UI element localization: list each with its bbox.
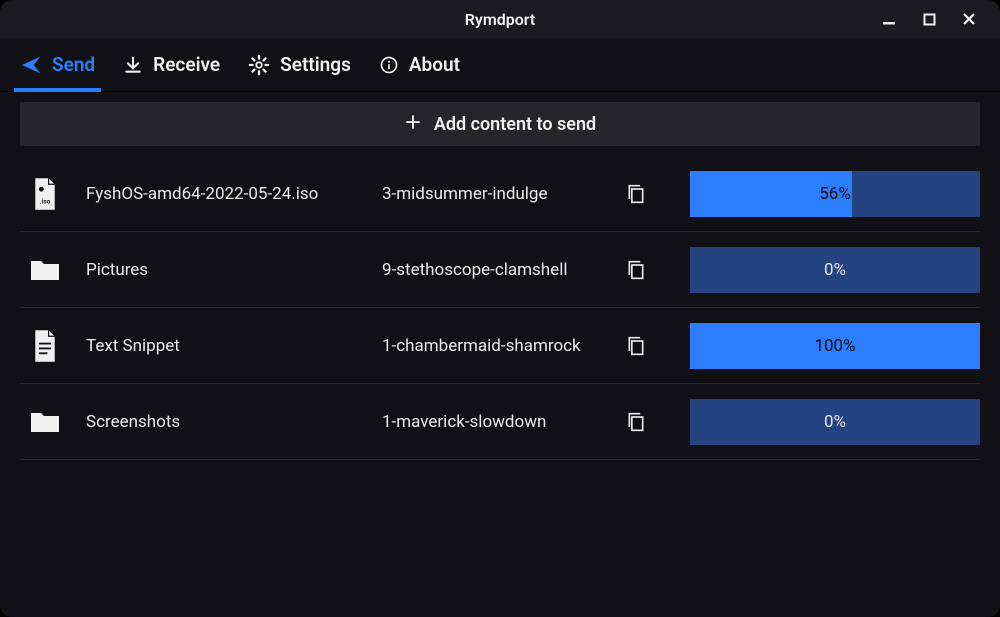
progress-bar: 100% <box>690 323 980 369</box>
item-wormhole-code: 1-chambermaid-shamrock <box>382 336 602 356</box>
copy-icon <box>626 335 646 357</box>
minimize-icon <box>882 12 896 26</box>
copy-code-button[interactable] <box>618 411 654 433</box>
progress-bar: 0% <box>690 247 980 293</box>
progress-percent: 0% <box>690 399 980 445</box>
download-icon <box>123 55 143 75</box>
tab-label: Receive <box>153 53 220 76</box>
gear-icon <box>248 54 270 76</box>
window-controls <box>878 0 992 38</box>
item-wormhole-code: 3-midsummer-indulge <box>382 184 602 204</box>
minimize-button[interactable] <box>878 8 900 30</box>
send-icon <box>20 54 42 76</box>
iso-file-icon: .iso <box>20 177 70 211</box>
item-filename: FyshOS-amd64-2022-05-24.iso <box>86 184 366 204</box>
item-filename: Screenshots <box>86 412 366 432</box>
tab-label: About <box>409 53 460 76</box>
tab-bar: Send Receive Settings About <box>0 38 1000 92</box>
content-area: Add content to send .iso FyshOS-amd64-20… <box>0 92 1000 617</box>
progress-percent: 56% <box>690 171 980 217</box>
transfer-list: .iso FyshOS-amd64-2022-05-24.iso 3-midsu… <box>20 156 980 460</box>
copy-icon <box>626 259 646 281</box>
transfer-item: Pictures 9-stethoscope-clamshell 0% <box>20 232 980 308</box>
item-filename: Text Snippet <box>86 336 366 356</box>
svg-text:.iso: .iso <box>40 197 51 205</box>
tab-settings[interactable]: Settings <box>248 38 351 91</box>
tab-receive[interactable]: Receive <box>123 38 220 91</box>
tab-send[interactable]: Send <box>20 38 95 91</box>
close-button[interactable] <box>958 8 980 30</box>
copy-code-button[interactable] <box>618 183 654 205</box>
transfer-item: Screenshots 1-maverick-slowdown 0% <box>20 384 980 460</box>
app-window: Rymdport Send Receive <box>0 0 1000 617</box>
progress-percent: 0% <box>690 247 980 293</box>
progress-bar: 0% <box>690 399 980 445</box>
folder-icon <box>20 256 70 284</box>
progress-percent: 100% <box>690 323 980 369</box>
close-icon <box>962 12 976 26</box>
info-icon <box>379 55 399 75</box>
transfer-item: .iso FyshOS-amd64-2022-05-24.iso 3-midsu… <box>20 156 980 232</box>
window-title: Rymdport <box>465 10 536 29</box>
copy-icon <box>626 411 646 433</box>
maximize-icon <box>923 13 936 26</box>
copy-code-button[interactable] <box>618 259 654 281</box>
item-wormhole-code: 9-stethoscope-clamshell <box>382 260 602 280</box>
item-wormhole-code: 1-maverick-slowdown <box>382 412 602 432</box>
tab-about[interactable]: About <box>379 38 460 91</box>
copy-code-button[interactable] <box>618 335 654 357</box>
text-file-icon <box>20 329 70 363</box>
item-filename: Pictures <box>86 260 366 280</box>
transfer-item: Text Snippet 1-chambermaid-shamrock 100% <box>20 308 980 384</box>
folder-icon <box>20 408 70 436</box>
tab-label: Settings <box>280 53 351 76</box>
add-content-button[interactable]: Add content to send <box>20 102 980 146</box>
add-content-label: Add content to send <box>434 114 596 135</box>
maximize-button[interactable] <box>918 8 940 30</box>
copy-icon <box>626 183 646 205</box>
titlebar: Rymdport <box>0 0 1000 38</box>
progress-bar: 56% <box>690 171 980 217</box>
plus-icon <box>404 113 422 136</box>
tab-label: Send <box>52 53 95 76</box>
